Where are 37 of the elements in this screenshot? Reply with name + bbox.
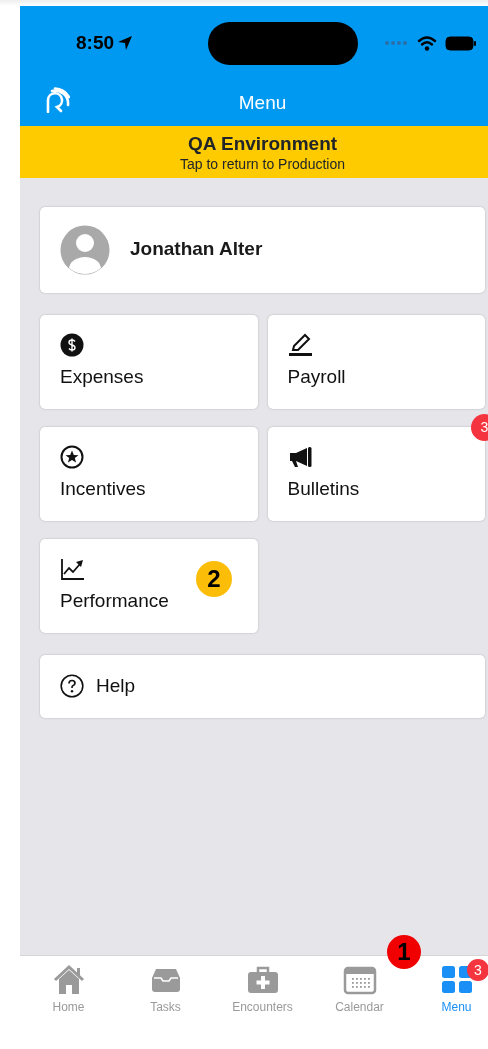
notification-badge: 3 bbox=[471, 413, 488, 441]
megaphone-icon bbox=[287, 445, 313, 470]
menu-tile[interactable]: Expenses bbox=[40, 314, 258, 409]
menu-tile[interactable]: Payroll bbox=[267, 314, 485, 409]
help-item[interactable]: Help bbox=[40, 654, 485, 718]
banner-title: QA Environment bbox=[186, 132, 339, 156]
screen-title: Menu bbox=[238, 90, 287, 115]
wifi-icon bbox=[417, 35, 437, 51]
user-name: Jonathan Alter bbox=[130, 237, 263, 262]
grid-icon bbox=[439, 964, 474, 995]
profile-card[interactable]: Jonathan Alter bbox=[40, 206, 485, 293]
tile-label: Payroll bbox=[287, 365, 347, 390]
app-logo-icon[interactable] bbox=[44, 87, 70, 113]
signal-icon bbox=[385, 41, 409, 45]
menu-tile[interactable]: Performance 2 bbox=[40, 538, 258, 633]
home-icon bbox=[51, 964, 86, 995]
location-arrow-icon bbox=[117, 35, 134, 51]
medical-kit-icon bbox=[245, 964, 280, 995]
dollar-icon bbox=[60, 333, 85, 358]
pencil-icon bbox=[287, 333, 313, 358]
status-time: 8:50 bbox=[76, 30, 115, 55]
environment-banner[interactable]: QA Environment Tap to return to Production bbox=[20, 126, 488, 178]
tile-label: Bulletins bbox=[287, 477, 361, 502]
notification-badge: 3 bbox=[467, 959, 488, 981]
chart-line-icon bbox=[60, 557, 85, 582]
menu-tile[interactable]: Incentives bbox=[40, 426, 258, 521]
battery-icon bbox=[445, 35, 477, 51]
step-marker: 2 bbox=[196, 560, 232, 597]
tile-label: Performance bbox=[60, 589, 170, 614]
help-label: Help bbox=[96, 673, 136, 698]
avatar-icon bbox=[60, 224, 110, 275]
calendar-icon bbox=[342, 964, 377, 995]
tile-label: Incentives bbox=[60, 477, 147, 502]
banner-subtitle: Tap to return to Production bbox=[179, 155, 346, 173]
help-icon bbox=[60, 674, 84, 699]
step-marker: 1 bbox=[387, 935, 421, 969]
tile-label: Expenses bbox=[60, 365, 145, 390]
